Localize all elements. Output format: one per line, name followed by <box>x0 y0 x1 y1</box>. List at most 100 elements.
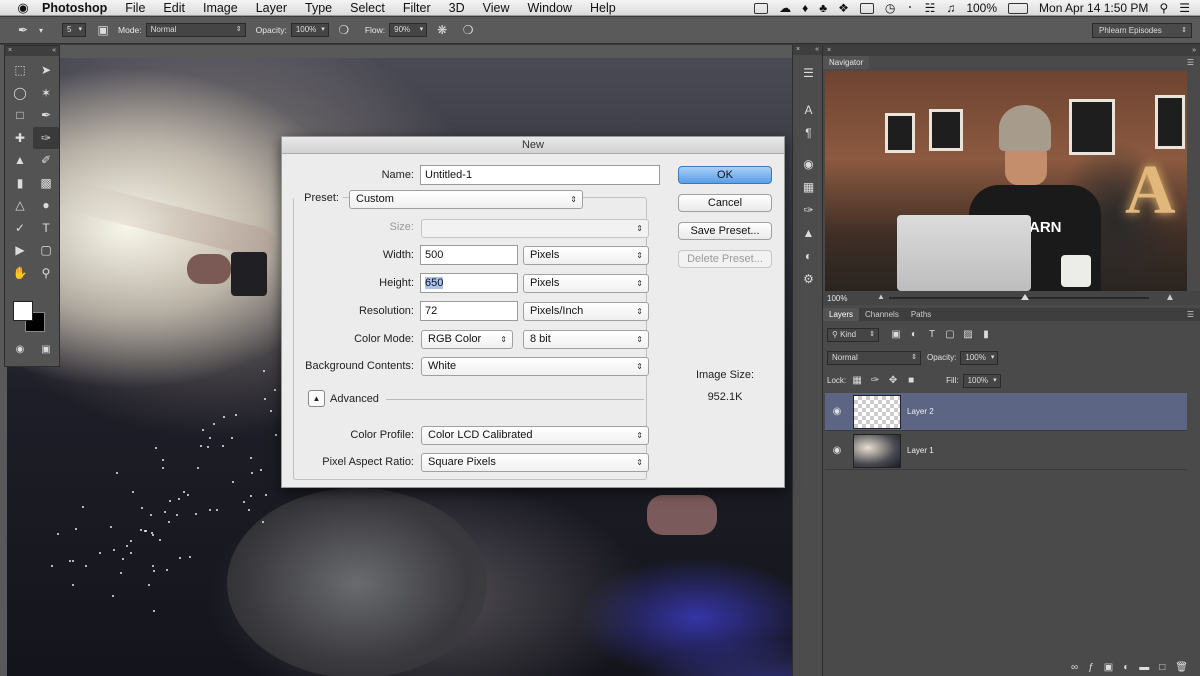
preset-picker-arrow-icon[interactable]: ▾ <box>32 21 50 39</box>
wifi-icon[interactable]: ☵ <box>925 1 936 15</box>
gradient-tool-icon[interactable]: ▩ <box>33 172 59 195</box>
menu-layer[interactable]: Layer <box>256 1 287 15</box>
strip-close-icon[interactable]: × <box>796 45 800 55</box>
eyedropper-tool-icon[interactable]: ✒ <box>33 104 59 127</box>
crop-tool-icon[interactable]: □ <box>7 104 33 127</box>
pen-tool-icon[interactable]: ✓ <box>7 217 33 240</box>
filter-pixel-icon[interactable]: ▣ <box>889 328 903 342</box>
color-mode-select[interactable]: RGB Color ⇕ <box>421 330 513 349</box>
navigator-tab[interactable]: Navigator <box>823 56 870 69</box>
tools-panel-header[interactable]: × « <box>5 46 59 56</box>
tab-channels[interactable]: Channels <box>859 308 905 321</box>
visibility-eye-icon[interactable]: ◉ <box>825 445 849 456</box>
advanced-label[interactable]: Advanced <box>330 393 379 405</box>
filter-toggle-icon[interactable]: ▮ <box>979 328 993 342</box>
brush-presets-panel-icon[interactable]: ✑ <box>793 198 824 221</box>
ok-button[interactable]: OK <box>678 166 772 184</box>
adjustment-layer-icon[interactable]: ◐ <box>1123 662 1129 673</box>
right-panel-header[interactable]: ×» <box>823 45 1200 56</box>
swatches-panel-icon[interactable]: ▦ <box>793 175 824 198</box>
lasso-tool-icon[interactable]: ◯ <box>7 82 33 105</box>
pixel-aspect-select[interactable]: Square Pixels ⇕ <box>421 453 649 472</box>
cloud-icon[interactable]: ☁ <box>779 1 791 15</box>
filter-shape-icon[interactable]: ▢ <box>943 328 957 342</box>
advanced-toggle-icon[interactable]: ▲ <box>308 390 325 407</box>
menu-help[interactable]: Help <box>590 1 616 15</box>
right-collapse-icon[interactable]: » <box>1192 45 1196 56</box>
time-machine-icon[interactable]: ◷ <box>885 1 895 15</box>
cancel-button[interactable]: Cancel <box>678 194 772 212</box>
menu-filter[interactable]: Filter <box>403 1 431 15</box>
airplay-icon[interactable] <box>859 2 874 14</box>
path-selection-tool-icon[interactable]: ▶ <box>7 239 33 262</box>
navigator-menu-icon[interactable]: ☰ <box>1187 58 1194 67</box>
resolution-unit-select[interactable]: Pixels/Inch ⇕ <box>523 302 649 321</box>
opacity-field[interactable]: 100% ▾ <box>290 23 329 37</box>
history-panel-icon[interactable]: ☰ <box>793 61 824 84</box>
layer-opacity-field[interactable]: 100% ▾ <box>960 350 999 365</box>
history-brush-tool-icon[interactable]: ✐ <box>33 149 59 172</box>
collapse-icon[interactable]: « <box>52 46 56 56</box>
strip-header[interactable]: × « <box>793 45 822 55</box>
menu-select[interactable]: Select <box>350 1 385 15</box>
magic-wand-tool-icon[interactable]: ✶ <box>33 82 59 105</box>
screen-mode-icon[interactable]: ▣ <box>37 340 55 358</box>
width-unit-select[interactable]: Pixels ⇕ <box>523 246 649 265</box>
tab-paths[interactable]: Paths <box>905 308 937 321</box>
move-tool-icon[interactable]: ➤ <box>33 59 59 82</box>
layer-thumbnail[interactable] <box>853 394 901 429</box>
height-unit-select[interactable]: Pixels ⇕ <box>523 274 649 293</box>
color-panel-icon[interactable]: ◉ <box>793 152 824 175</box>
new-layer-icon[interactable]: □ <box>1159 662 1165 673</box>
zoom-out-icon[interactable]: ▲ <box>877 292 885 301</box>
brush-size-field[interactable]: 5 ▾ <box>62 23 86 37</box>
eraser-tool-icon[interactable]: ▮ <box>7 172 33 195</box>
type-tool-icon[interactable]: T <box>33 217 59 240</box>
name-input[interactable]: Untitled-1 <box>420 165 660 185</box>
lock-image-icon[interactable]: ✑ <box>868 374 882 388</box>
visibility-eye-icon[interactable]: ◉ <box>825 406 849 417</box>
screen-record-icon[interactable] <box>754 2 769 14</box>
marquee-tool-icon[interactable]: ⬚ <box>7 59 33 82</box>
blend-mode-select[interactable]: Normal ⇕ <box>827 350 921 365</box>
zoom-in-icon[interactable]: ▲ <box>1165 292 1175 303</box>
pressure-size-icon[interactable]: ❍ <box>459 21 477 39</box>
menu-type[interactable]: Type <box>305 1 332 15</box>
flow-field[interactable]: 90% ▾ <box>389 23 428 37</box>
healing-brush-tool-icon[interactable]: ✚ <box>7 127 33 150</box>
filter-type-icon[interactable]: T <box>925 328 939 342</box>
layer-row[interactable]: ◉ Layer 2 <box>825 393 1187 431</box>
paragraph-panel-icon[interactable]: ¶ <box>793 121 824 144</box>
volume-icon[interactable]: ♫ <box>946 1 955 15</box>
preset-select[interactable]: Custom ⇕ <box>349 190 583 209</box>
menu-window[interactable]: Window <box>528 1 572 15</box>
workspace-select[interactable]: Phlearn Episodes ⇕ <box>1092 23 1192 38</box>
zoom-tool-icon[interactable]: ⚲ <box>33 262 59 285</box>
menu-3d[interactable]: 3D <box>449 1 465 15</box>
clock[interactable]: Mon Apr 14 1:50 PM <box>1039 1 1148 15</box>
menu-image[interactable]: Image <box>203 1 238 15</box>
adjustments-panel-icon[interactable]: ◐ <box>793 244 824 267</box>
brush-tool-icon[interactable]: ✑ <box>33 126 59 149</box>
layer-name[interactable]: Layer 2 <box>907 407 934 416</box>
menu-view[interactable]: View <box>483 1 510 15</box>
color-profile-select[interactable]: Color LCD Calibrated ⇕ <box>421 426 649 445</box>
layer-row[interactable]: ◉ Layer 1 <box>825 432 1187 470</box>
new-group-icon[interactable]: ▬ <box>1139 662 1149 673</box>
blur-tool-icon[interactable]: △ <box>7 194 33 217</box>
navigator-thumbnail[interactable]: A PHLEARN <box>825 71 1187 291</box>
fill-field[interactable]: 100% ▾ <box>962 373 1001 388</box>
navigator-zoom-value[interactable]: 100% <box>827 294 847 303</box>
properties-panel-icon[interactable]: ⚙ <box>793 267 824 290</box>
pressure-opacity-icon[interactable]: ❍ <box>335 21 353 39</box>
lock-transparent-icon[interactable]: ▦ <box>850 374 864 388</box>
dodge-tool-icon[interactable]: ● <box>33 194 59 217</box>
background-contents-select[interactable]: White ⇕ <box>421 357 649 376</box>
character-panel-icon[interactable]: A <box>793 98 824 121</box>
dropbox-icon[interactable]: ❖ <box>838 1 849 15</box>
delete-layer-icon[interactable]: 🗑 <box>1175 662 1188 673</box>
quick-mask-icon[interactable]: ◉ <box>11 340 29 358</box>
zoom-slider-thumb[interactable] <box>1021 294 1029 300</box>
app-name-menu[interactable]: Photoshop <box>42 1 107 15</box>
lock-position-icon[interactable]: ✥ <box>886 374 900 388</box>
